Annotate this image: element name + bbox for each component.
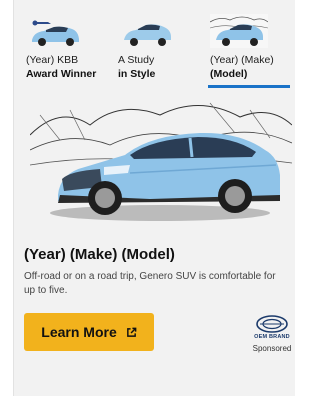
tab-kbb-award[interactable]: (Year) KBB Award Winner — [24, 10, 112, 90]
sponsored-label: Sponsored — [252, 344, 292, 353]
tab-year-make-model[interactable]: (Year) (Make) (Model) — [208, 10, 296, 90]
oem-brand-logo — [256, 315, 288, 333]
tab-car-thumbnail — [210, 14, 268, 48]
learn-more-label: Learn More — [41, 324, 117, 340]
oem-brand-label: OEM BRAND — [254, 334, 290, 340]
external-link-icon — [126, 327, 137, 337]
tab-label-line1: A Study — [118, 54, 155, 66]
learn-more-button[interactable]: Learn More — [24, 313, 154, 351]
hero-car-image[interactable] — [30, 95, 292, 225]
tab-bar: (Year) KBB Award Winner A Study in Style — [24, 10, 294, 90]
tab-label-line1: (Year) KBB — [26, 54, 79, 66]
ad-description: Off-road or on a road trip, Genero SUV i… — [24, 271, 276, 296]
ad-card: (Year) KBB Award Winner A Study in Style — [13, 0, 295, 396]
tab-study-in-style[interactable]: A Study in Style — [116, 10, 204, 90]
tab-car-thumbnail — [118, 14, 176, 48]
tab-label-line2: Award Winner — [26, 68, 97, 80]
active-tab-indicator — [208, 85, 290, 88]
tab-label-line2: (Model) — [210, 68, 248, 80]
tab-label-line2: in Style — [118, 68, 156, 80]
tab-car-thumbnail — [26, 14, 84, 48]
ad-title: (Year) (Make) (Model) — [24, 246, 175, 263]
oem-sponsor-block[interactable]: OEM BRAND Sponsored — [248, 315, 296, 355]
tab-label-line1: (Year) (Make) — [210, 54, 274, 66]
